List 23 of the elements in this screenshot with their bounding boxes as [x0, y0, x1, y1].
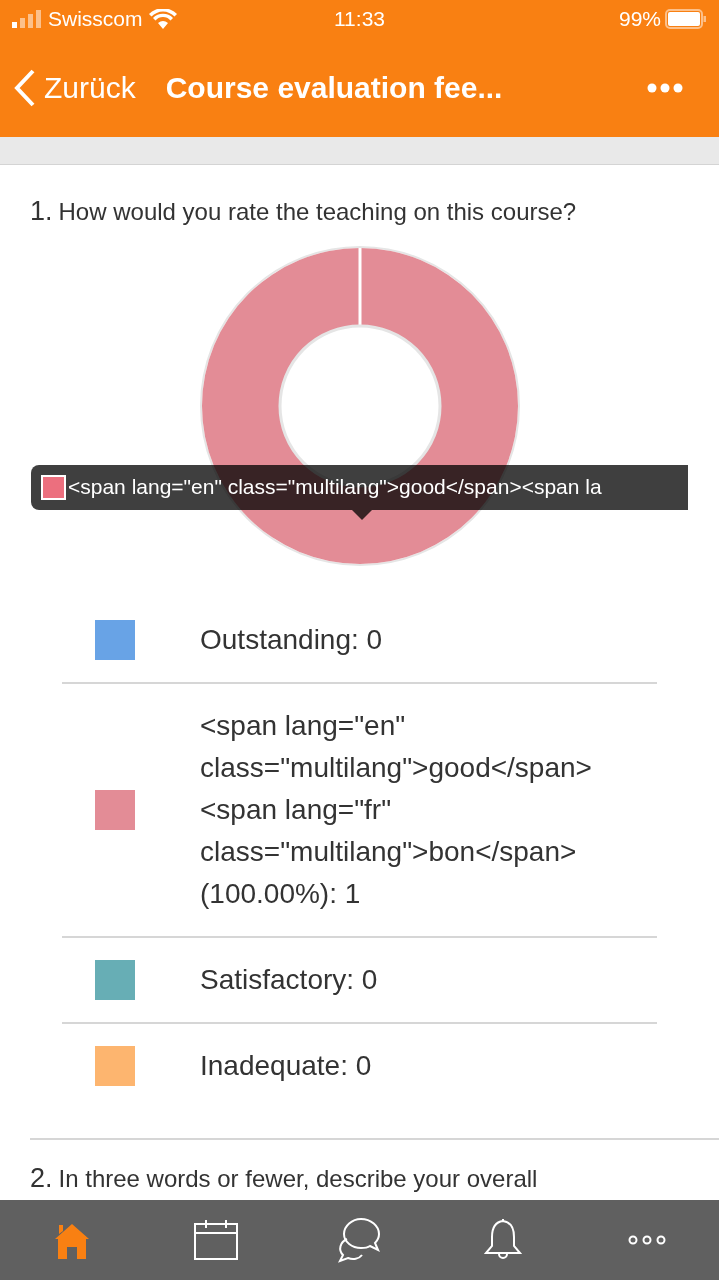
battery-icon [665, 9, 707, 29]
question-label: How would you rate the teaching on this course? [58, 198, 577, 225]
calendar-icon [192, 1219, 239, 1261]
battery-percent: 99% [618, 6, 661, 33]
more-icon [647, 82, 683, 93]
chevron-left-icon [14, 68, 36, 107]
tooltip-text: <span lang="en" class="multilang">good</span><span la [68, 474, 602, 501]
question-number: 1. [30, 196, 53, 226]
legend-label: Inadequate: 0 [200, 1048, 373, 1083]
question-number: 2. [30, 1162, 53, 1193]
signal-icon [12, 10, 42, 28]
question-label: In three words or fewer, describe your overall [58, 1164, 538, 1192]
legend-label: Outstanding: 0 [200, 622, 384, 657]
page-title: Course evaluation fee... [165, 70, 503, 106]
more-button[interactable] [647, 82, 683, 93]
clock-time: 11:33 [334, 6, 385, 33]
legend-label: Satisfactory: 0 [200, 962, 379, 997]
more-icon [627, 1234, 668, 1246]
bell-icon [483, 1218, 524, 1262]
legend-label: <span lang="en" class="multilang">good</span><span lang="fr" class="multilang">bon</span> (100.00%): 1 [200, 708, 593, 911]
back-button[interactable]: Zurück [14, 65, 136, 110]
wifi-icon [148, 9, 177, 29]
carrier-name: Swisscom [48, 6, 143, 33]
